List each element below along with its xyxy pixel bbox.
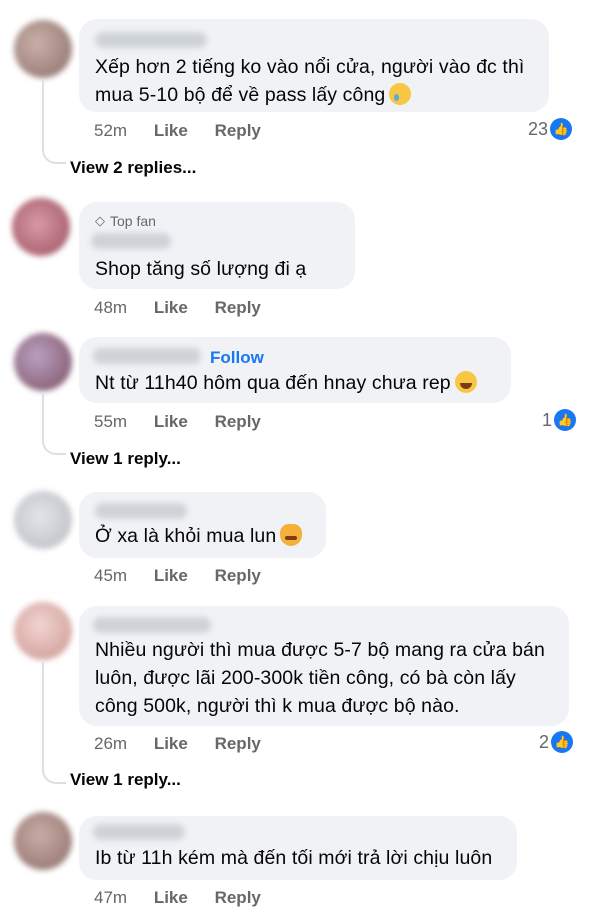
follow-button[interactable]: Follow xyxy=(210,348,264,368)
reply-button[interactable]: Reply xyxy=(215,566,261,585)
like-button[interactable]: Like xyxy=(154,566,188,585)
comment-text-line: mua 5-10 bộ để về pass lấy công xyxy=(95,81,412,109)
thumbs-up-icon: 👍 xyxy=(551,731,574,753)
thumbs-up-icon: 👍 xyxy=(550,118,573,140)
pouting-cat-icon xyxy=(280,524,303,546)
reaction-count[interactable]: 1 👍 xyxy=(542,409,577,431)
comment-bubble[interactable]: ◇ Top fan Shop tăng số lượng đi ạ xyxy=(79,202,355,289)
avatar[interactable] xyxy=(14,812,72,870)
thread-connector xyxy=(42,146,66,164)
reaction-number: 1 xyxy=(542,409,553,430)
thread-line xyxy=(42,80,44,148)
comment-actions: 47m Like Reply xyxy=(94,888,283,908)
timestamp[interactable]: 47m xyxy=(94,888,127,907)
like-button[interactable]: Like xyxy=(154,734,188,753)
reply-button[interactable]: Reply xyxy=(215,121,261,140)
comment-text-line: Ở xa là khỏi mua lun xyxy=(95,522,303,550)
reply-button[interactable]: Reply xyxy=(215,734,261,753)
avatar[interactable] xyxy=(14,491,72,549)
comment-bubble[interactable]: Follow Nt từ 11h40 hôm qua đến hnay chưa… xyxy=(79,337,511,403)
like-button[interactable]: Like xyxy=(154,888,188,907)
avatar[interactable] xyxy=(14,333,72,391)
thread-connector xyxy=(42,766,66,784)
comment-text-line: Nhiều người thì mua được 5-7 bộ mang ra … xyxy=(95,639,545,661)
commenter-name[interactable] xyxy=(93,348,201,364)
timestamp[interactable]: 48m xyxy=(94,298,127,317)
diamond-icon: ◇ xyxy=(95,213,105,228)
commenter-name[interactable] xyxy=(93,617,211,633)
comment-bubble[interactable]: Ib từ 11h kém mà đến tối mới trả lời chị… xyxy=(79,816,517,880)
thread-line xyxy=(42,662,44,768)
timestamp[interactable]: 52m xyxy=(94,121,127,140)
reaction-number: 2 xyxy=(539,731,550,752)
avatar[interactable] xyxy=(14,602,72,660)
comment-actions: 52m Like Reply xyxy=(94,121,283,141)
thread-line xyxy=(42,393,44,439)
timestamp[interactable]: 45m xyxy=(94,566,127,585)
comment-text: Ở xa là khỏi mua lun xyxy=(95,525,277,547)
view-replies-link[interactable]: View 2 replies... xyxy=(70,158,196,178)
view-replies-link[interactable]: View 1 reply... xyxy=(70,449,181,469)
avatar[interactable] xyxy=(12,198,70,256)
comment-actions: 26m Like Reply xyxy=(94,734,283,754)
reaction-count[interactable]: 23 👍 xyxy=(528,118,573,140)
timestamp[interactable]: 55m xyxy=(94,412,127,431)
like-button[interactable]: Like xyxy=(154,298,188,317)
top-fan-label: Top fan xyxy=(110,213,156,229)
reply-button[interactable]: Reply xyxy=(215,412,261,431)
comment-text-line: luôn, được lãi 200-300k tiền công, có bà… xyxy=(95,667,516,689)
comment-text-line: Nt từ 11h40 hôm qua đến hnay chưa rep xyxy=(95,369,477,397)
thread-connector xyxy=(42,437,66,455)
comment-text: Shop tăng số lượng đi ạ xyxy=(95,258,307,280)
reply-button[interactable]: Reply xyxy=(215,888,261,907)
comment-actions: 48m Like Reply xyxy=(94,298,283,318)
commenter-name[interactable] xyxy=(91,233,171,249)
reply-button[interactable]: Reply xyxy=(215,298,261,317)
commenter-name[interactable] xyxy=(95,32,207,48)
comment-actions: 45m Like Reply xyxy=(94,566,283,586)
comment-text: Ib từ 11h kém mà đến tối mới trả lời chị… xyxy=(95,847,493,869)
like-button[interactable]: Like xyxy=(154,412,188,431)
reaction-count[interactable]: 2 👍 xyxy=(539,731,574,753)
comment-bubble[interactable]: Ở xa là khỏi mua lun xyxy=(79,492,326,558)
comment-text: mua 5-10 bộ để về pass lấy công xyxy=(95,84,386,106)
reaction-number: 23 xyxy=(528,118,549,139)
comment-bubble[interactable]: Xếp hơn 2 tiếng ko vào nổi cửa, người và… xyxy=(79,19,549,112)
avatar[interactable] xyxy=(14,20,72,78)
like-button[interactable]: Like xyxy=(154,121,188,140)
comment-text-line: Xếp hơn 2 tiếng ko vào nổi cửa, người và… xyxy=(95,56,525,78)
comment-text: Nt từ 11h40 hôm qua đến hnay chưa rep xyxy=(95,372,451,394)
laughing-tears-icon xyxy=(454,371,477,393)
timestamp[interactable]: 26m xyxy=(94,734,127,753)
commenter-name[interactable] xyxy=(95,503,187,519)
comment-actions: 55m Like Reply xyxy=(94,412,283,432)
comment-bubble[interactable]: Nhiều người thì mua được 5-7 bộ mang ra … xyxy=(79,606,569,726)
comment-text-line: công 500k, người thì k mua được bộ nào. xyxy=(95,695,460,717)
thumbs-up-icon: 👍 xyxy=(554,409,577,431)
crying-face-icon xyxy=(389,83,412,105)
view-replies-link[interactable]: View 1 reply... xyxy=(70,770,181,790)
commenter-name[interactable] xyxy=(93,824,185,840)
top-fan-badge: ◇ Top fan xyxy=(95,213,156,229)
